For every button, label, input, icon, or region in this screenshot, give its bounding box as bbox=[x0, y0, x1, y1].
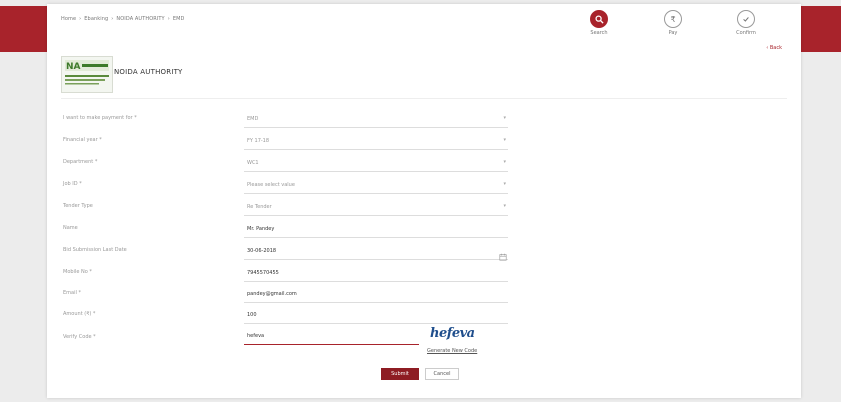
payment-for-select[interactable]: EMD ▾ bbox=[244, 111, 508, 128]
payment-card: Home › Ebanking › NOIDA AUTHORITY › EMD Search… bbox=[47, 4, 801, 398]
breadcrumb-emd: EMD bbox=[172, 16, 185, 22]
rupee-icon: ₹ bbox=[664, 10, 682, 28]
step-pay[interactable]: ₹ Pay bbox=[653, 10, 693, 36]
step-pay-label: Pay bbox=[668, 30, 678, 36]
amount-field[interactable]: 100 bbox=[244, 307, 508, 324]
email-label: Email * bbox=[63, 290, 81, 296]
mobile-field[interactable]: 7945570455 bbox=[244, 265, 508, 282]
submit-button[interactable]: Submit bbox=[381, 368, 419, 380]
breadcrumb-home[interactable]: Home bbox=[61, 16, 76, 22]
step-search[interactable]: Search bbox=[579, 10, 619, 36]
step-confirm-label: Confirm bbox=[736, 30, 756, 36]
row-email: Email * pandey@gmail.com bbox=[47, 286, 801, 304]
generate-new-code-link[interactable]: Generate New Code bbox=[427, 348, 477, 354]
financial-year-label: Financial year * bbox=[63, 137, 102, 143]
row-job-id: Job ID * Please select value ▾ bbox=[47, 177, 801, 195]
name-field[interactable]: Mr. Pandey bbox=[244, 221, 508, 238]
chevron-down-icon: ▾ bbox=[503, 203, 506, 209]
tender-type-value: Re Tender bbox=[247, 204, 272, 210]
row-name: Name Mr. Pandey bbox=[47, 221, 801, 239]
chevron-down-icon: ▾ bbox=[503, 181, 506, 187]
email-value: pandey@gmail.com bbox=[247, 291, 297, 297]
breadcrumb-noida-authority[interactable]: NOIDA AUTHORITY bbox=[116, 16, 164, 22]
row-payment-for: I want to make payment for * EMD ▾ bbox=[47, 111, 801, 129]
row-financial-year: Financial year * FY 17-18 ▾ bbox=[47, 133, 801, 151]
cancel-button[interactable]: Cancel bbox=[425, 368, 459, 380]
bid-date-label: Bid Submission Last Date bbox=[63, 247, 127, 253]
verify-code-label: Verify Code * bbox=[63, 334, 96, 340]
verify-code-value: hefeva bbox=[247, 333, 265, 339]
back-link[interactable]: ‹ Back bbox=[766, 45, 782, 51]
calendar-icon[interactable] bbox=[499, 246, 507, 265]
payment-for-label: I want to make payment for * bbox=[63, 115, 137, 121]
step-search-label: Search bbox=[590, 30, 608, 36]
bid-date-field[interactable]: 30-06-2018 bbox=[244, 243, 508, 261]
tender-type-select[interactable]: Re Tender ▾ bbox=[244, 199, 508, 216]
tender-type-label: Tender Type bbox=[63, 203, 93, 209]
step-confirm[interactable]: Confirm bbox=[726, 10, 766, 36]
row-amount: Amount (₹) * 100 bbox=[47, 307, 801, 325]
header-band-left bbox=[0, 6, 47, 52]
email-field[interactable]: pandey@gmail.com bbox=[244, 286, 508, 303]
financial-year-select[interactable]: FY 17-18 ▾ bbox=[244, 133, 508, 150]
check-icon bbox=[737, 10, 755, 28]
department-select[interactable]: WC1 ▾ bbox=[244, 155, 508, 172]
svg-text:NA: NA bbox=[66, 62, 81, 72]
verify-code-input[interactable]: hefeva bbox=[244, 328, 419, 345]
mobile-label: Mobile No * bbox=[63, 269, 92, 275]
captcha-image: hefeva bbox=[430, 326, 475, 341]
breadcrumb-ebanking[interactable]: Ebanking bbox=[84, 16, 108, 22]
breadcrumb: Home › Ebanking › NOIDA AUTHORITY › EMD bbox=[61, 16, 185, 22]
bid-date-value: 30-06-2018 bbox=[247, 248, 277, 254]
amount-value: 100 bbox=[247, 312, 257, 318]
organization-name: NOIDA AUTHORITY bbox=[114, 68, 183, 76]
header-band-right bbox=[801, 6, 841, 52]
department-value: WC1 bbox=[247, 160, 259, 166]
row-department: Department * WC1 ▾ bbox=[47, 155, 801, 173]
name-label: Name bbox=[63, 225, 78, 231]
chevron-down-icon: ▾ bbox=[503, 159, 506, 165]
chevron-down-icon: ▾ bbox=[503, 137, 506, 143]
department-label: Department * bbox=[63, 159, 98, 165]
financial-year-value: FY 17-18 bbox=[247, 138, 270, 144]
job-id-value: Please select value bbox=[247, 182, 295, 188]
amount-label: Amount (₹) * bbox=[63, 311, 96, 317]
name-value: Mr. Pandey bbox=[247, 226, 275, 232]
job-id-label: Job ID * bbox=[63, 181, 82, 187]
mobile-value: 7945570455 bbox=[247, 270, 279, 276]
row-bid-date: Bid Submission Last Date 30-06-2018 bbox=[47, 243, 801, 261]
payment-for-value: EMD bbox=[247, 116, 259, 122]
header-divider bbox=[61, 98, 787, 99]
row-tender-type: Tender Type Re Tender ▾ bbox=[47, 199, 801, 217]
row-verify-code: Verify Code * bbox=[47, 330, 801, 348]
search-icon bbox=[590, 10, 608, 28]
chevron-down-icon: ▾ bbox=[503, 115, 506, 121]
noida-authority-logo: NA bbox=[61, 56, 113, 93]
job-id-select[interactable]: Please select value ▾ bbox=[244, 177, 508, 194]
row-mobile: Mobile No * 7945570455 bbox=[47, 265, 801, 283]
